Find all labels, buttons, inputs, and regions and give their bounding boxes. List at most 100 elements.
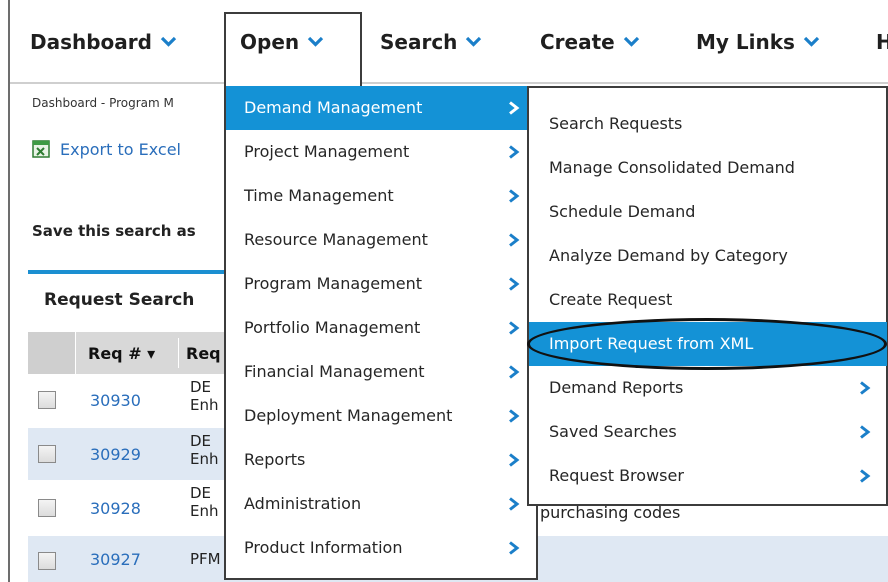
- nav-dashboard-label: Dashboard: [30, 30, 152, 54]
- menu-item-label: Portfolio Management: [244, 318, 421, 337]
- menu-item-reports[interactable]: Reports: [226, 438, 532, 482]
- chevron-right-icon: [509, 145, 520, 159]
- chevron-right-icon: [509, 497, 520, 511]
- menu-item-resource-management[interactable]: Resource Management: [226, 218, 532, 262]
- menu-item-label: Saved Searches: [549, 422, 677, 441]
- save-search-label: Save this search as: [32, 222, 196, 240]
- panel-title: Request Search: [44, 290, 195, 310]
- chevron-down-icon: [623, 35, 640, 48]
- row-checkbox[interactable]: [38, 391, 56, 409]
- nav-open[interactable]: Open: [240, 30, 324, 62]
- menu-item-label: Create Request: [549, 290, 673, 309]
- menu-item-label: Reports: [244, 450, 306, 469]
- chevron-right-icon: [860, 381, 871, 395]
- menu-item-project-management[interactable]: Project Management: [226, 130, 532, 174]
- chevron-down-icon: [307, 35, 324, 48]
- chevron-down-icon: [803, 35, 820, 48]
- menu-item-label: Manage Consolidated Demand: [549, 158, 795, 177]
- nav-create[interactable]: Create: [540, 30, 640, 62]
- menu-item-label: Deployment Management: [244, 406, 453, 425]
- menu-item-label: Resource Management: [244, 230, 428, 249]
- chevron-right-icon: [509, 189, 520, 203]
- chevron-right-icon: [509, 101, 520, 115]
- submenu-item-demand-reports[interactable]: Demand Reports: [529, 366, 887, 410]
- menu-item-label: Program Management: [244, 274, 422, 293]
- open-menu: Demand Management Project Management Tim…: [224, 86, 538, 580]
- breadcrumb[interactable]: Dashboard - Program M: [32, 96, 174, 110]
- menu-item-label: Schedule Demand: [549, 202, 696, 221]
- column-header-req-name[interactable]: Req: [186, 344, 221, 363]
- request-name-line1: DE: [190, 432, 212, 450]
- nav-search-label: Search: [380, 30, 458, 54]
- menu-item-time-management[interactable]: Time Management: [226, 174, 532, 218]
- chevron-down-icon: [160, 35, 177, 48]
- chevron-right-icon: [509, 365, 520, 379]
- nav-divider: [10, 82, 888, 84]
- menu-item-administration[interactable]: Administration: [226, 482, 532, 526]
- nav-create-label: Create: [540, 30, 615, 54]
- menu-item-label: Financial Management: [244, 362, 425, 381]
- request-number-link[interactable]: 30927: [90, 550, 141, 569]
- submenu-item-manage-consolidated-demand[interactable]: Manage Consolidated Demand: [529, 146, 887, 190]
- nav-dashboard[interactable]: Dashboard: [30, 30, 177, 62]
- submenu-item-request-browser[interactable]: Request Browser: [529, 454, 887, 498]
- menu-item-deployment-management[interactable]: Deployment Management: [226, 394, 532, 438]
- chevron-right-icon: [509, 453, 520, 467]
- left-border: [8, 0, 10, 582]
- nav-my-links-label: My Links: [696, 30, 795, 54]
- nav-my-links[interactable]: My Links: [696, 30, 820, 62]
- column-separator: [178, 338, 179, 368]
- request-name-line1: DE: [190, 484, 212, 502]
- export-to-excel-link[interactable]: Export to Excel: [32, 140, 181, 159]
- submenu-item-saved-searches[interactable]: Saved Searches: [529, 410, 887, 454]
- chevron-right-icon: [509, 321, 520, 335]
- request-name-line1: DE: [190, 378, 212, 396]
- menu-item-label: Search Requests: [549, 114, 683, 133]
- nav-help[interactable]: H: [876, 30, 888, 62]
- excel-icon: [32, 140, 50, 158]
- submenu-item-import-request-from-xml[interactable]: Import Request from XML: [529, 322, 887, 366]
- column-header-req-num[interactable]: Req # ▾: [88, 344, 155, 363]
- submenu-item-analyze-demand-by-category[interactable]: Analyze Demand by Category: [529, 234, 887, 278]
- request-number-link[interactable]: 30929: [90, 445, 141, 464]
- menu-item-portfolio-management[interactable]: Portfolio Management: [226, 306, 532, 350]
- select-column-header: [28, 332, 76, 374]
- menu-item-label: Product Information: [244, 538, 403, 557]
- row-checkbox[interactable]: [38, 445, 56, 463]
- submenu-item-schedule-demand[interactable]: Schedule Demand: [529, 190, 887, 234]
- request-number-link[interactable]: 30928: [90, 499, 141, 518]
- menu-item-demand-management[interactable]: Demand Management: [226, 86, 532, 130]
- row-checkbox[interactable]: [38, 552, 56, 570]
- request-name-line2: Enh: [190, 396, 219, 414]
- demand-management-submenu: Search Requests Manage Consolidated Dema…: [527, 86, 888, 506]
- menu-item-label: Analyze Demand by Category: [549, 246, 788, 265]
- request-name-line1: PFM: [190, 550, 221, 568]
- menu-item-label: Project Management: [244, 142, 410, 161]
- chevron-right-icon: [509, 277, 520, 291]
- menu-item-label: Time Management: [244, 186, 394, 205]
- panel-accent-bar: [28, 270, 228, 274]
- submenu-item-create-request[interactable]: Create Request: [529, 278, 887, 322]
- menu-item-label: Request Browser: [549, 466, 684, 485]
- menu-item-label: Administration: [244, 494, 362, 513]
- request-name-line2: Enh: [190, 502, 219, 520]
- export-label: Export to Excel: [60, 140, 181, 159]
- chevron-right-icon: [509, 233, 520, 247]
- menu-item-financial-management[interactable]: Financial Management: [226, 350, 532, 394]
- request-name-line2: Enh: [190, 450, 219, 468]
- chevron-right-icon: [509, 409, 520, 423]
- submenu-item-search-requests[interactable]: Search Requests: [529, 102, 887, 146]
- menu-item-product-information[interactable]: Product Information: [226, 526, 532, 570]
- menu-item-label: Demand Reports: [549, 378, 684, 397]
- chevron-down-icon: [465, 35, 482, 48]
- nav-help-label: H: [876, 30, 888, 54]
- menu-item-label: Demand Management: [244, 98, 423, 117]
- menu-item-program-management[interactable]: Program Management: [226, 262, 532, 306]
- row-checkbox[interactable]: [38, 499, 56, 517]
- nav-search[interactable]: Search: [380, 30, 482, 62]
- chevron-right-icon: [860, 469, 871, 483]
- chevron-right-icon: [509, 541, 520, 555]
- chevron-right-icon: [860, 425, 871, 439]
- request-number-link[interactable]: 30930: [90, 391, 141, 410]
- nav-open-label: Open: [240, 30, 300, 54]
